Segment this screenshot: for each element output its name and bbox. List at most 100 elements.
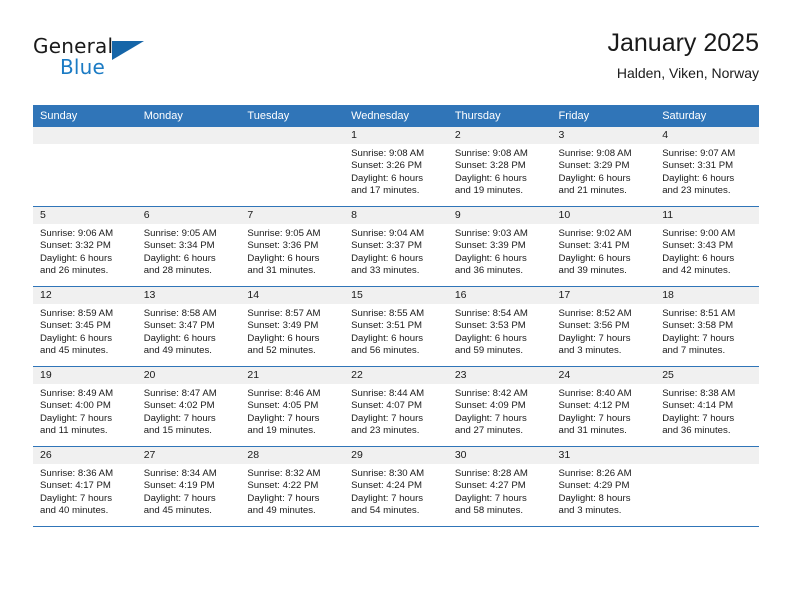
- calendar-day-cell[interactable]: 16 Sunrise: 8:54 AM Sunset: 3:53 PM Dayligh…: [447, 286, 552, 367]
- sunset-text: Sunset: 3:56 PM: [558, 320, 630, 332]
- daylight-text: Daylight: 8 hours: [558, 492, 631, 504]
- calendar-day-cell[interactable]: 7 Sunrise: 9:05 AM Sunset: 3:36 PM Daylight…: [240, 206, 345, 287]
- calendar-day-cell[interactable]: 13 Sunrise: 8:58 AM Sunset: 3:47 PM Dayligh…: [136, 286, 241, 367]
- sunset-text: Sunset: 3:29 PM: [558, 160, 630, 172]
- calendar-day-cell[interactable]: 9 Sunrise: 9:03 AM Sunset: 3:39 PM Daylight…: [447, 206, 552, 287]
- calendar-day-cell[interactable]: 24 Sunrise: 8:40 AM Sunset: 4:12 PM Dayligh…: [551, 366, 656, 447]
- calendar-day-cell[interactable]: 17 Sunrise: 8:52 AM Sunset: 3:56 PM Dayligh…: [551, 286, 656, 367]
- day-details: Sunrise: 8:36 AM Sunset: 4:17 PM Daylight:…: [33, 464, 137, 517]
- daylight-text-cont: and 3 minutes.: [558, 504, 622, 516]
- calendar-week-row: 19 Sunrise: 8:49 AM Sunset: 4:00 PM Dayligh…: [33, 366, 759, 447]
- daylight-text: Daylight: 7 hours: [247, 492, 320, 504]
- calendar-day-cell[interactable]: 21 Sunrise: 8:46 AM Sunset: 4:05 PM Dayligh…: [240, 366, 345, 447]
- sunset-text: Sunset: 3:49 PM: [247, 320, 319, 332]
- calendar-day-cell[interactable]: 19 Sunrise: 8:49 AM Sunset: 4:00 PM Dayligh…: [33, 366, 137, 447]
- sunset-text: Sunset: 3:47 PM: [143, 320, 215, 332]
- daylight-text-cont: and 36 minutes.: [662, 424, 731, 436]
- daylight-text-cont: and 39 minutes.: [558, 264, 627, 276]
- calendar-day-cell[interactable]: 14 Sunrise: 8:57 AM Sunset: 3:49 PM Dayligh…: [240, 286, 345, 367]
- day-number: 3: [551, 127, 656, 144]
- day-number: 30: [447, 447, 552, 464]
- day-details: Sunrise: 8:51 AM Sunset: 3:58 PM Daylight:…: [655, 304, 759, 357]
- calendar-page: General Blue January 2025 Halden, Viken,…: [0, 0, 792, 612]
- day-details: Sunrise: 9:08 AM Sunset: 3:26 PM Daylight:…: [344, 144, 448, 197]
- day-details: Sunrise: 8:38 AM Sunset: 4:14 PM Daylight:…: [655, 384, 759, 437]
- day-number: 8: [344, 207, 448, 224]
- general-blue-logo[interactable]: General Blue: [33, 34, 183, 86]
- calendar-day-cell[interactable]: 27 Sunrise: 8:34 AM Sunset: 4:19 PM Dayligh…: [136, 446, 241, 527]
- calendar-day-cell[interactable]: 4 Sunrise: 9:07 AM Sunset: 3:31 PM Daylight…: [655, 127, 759, 207]
- daylight-text-cont: and 33 minutes.: [351, 264, 420, 276]
- daylight-text: Daylight: 7 hours: [454, 492, 527, 504]
- calendar-day-cell[interactable]: 22 Sunrise: 8:44 AM Sunset: 4:07 PM Dayligh…: [344, 366, 448, 447]
- sunrise-text: Sunrise: 9:05 AM: [143, 228, 217, 239]
- daylight-text: Daylight: 6 hours: [143, 332, 216, 344]
- calendar-day-cell[interactable]: 28 Sunrise: 8:32 AM Sunset: 4:22 PM Dayligh…: [240, 446, 345, 527]
- day-number: 13: [136, 287, 241, 304]
- sunset-text: Sunset: 3:43 PM: [662, 240, 734, 252]
- daylight-text-cont: and 42 minutes.: [662, 264, 731, 276]
- day-details: Sunrise: 8:52 AM Sunset: 3:56 PM Daylight:…: [552, 304, 656, 357]
- calendar-week-row: 12 Sunrise: 8:59 AM Sunset: 3:45 PM Dayligh…: [33, 286, 759, 367]
- sunrise-text: Sunrise: 8:44 AM: [351, 388, 425, 399]
- day-number: 26: [33, 447, 137, 464]
- calendar-day-cell[interactable]: 3 Sunrise: 9:08 AM Sunset: 3:29 PM Daylight…: [551, 127, 656, 207]
- day-details: Sunrise: 9:08 AM Sunset: 3:28 PM Daylight:…: [448, 144, 552, 197]
- sunset-text: Sunset: 4:12 PM: [558, 400, 630, 412]
- daylight-text: Daylight: 6 hours: [40, 332, 112, 344]
- daylight-text-cont: and 36 minutes.: [454, 264, 524, 276]
- calendar-day-cell[interactable]: 31 Sunrise: 8:26 AM Sunset: 4:29 PM Dayligh…: [551, 446, 656, 527]
- calendar-cell-empty: [240, 127, 345, 207]
- daylight-text: Daylight: 6 hours: [247, 252, 320, 264]
- daylight-text-cont: and 58 minutes.: [454, 504, 524, 516]
- sunrise-text: Sunrise: 8:28 AM: [454, 468, 528, 479]
- title-block: January 2025 Halden, Viken, Norway: [607, 28, 759, 83]
- sunset-text: Sunset: 3:26 PM: [351, 160, 423, 172]
- calendar-cell-empty: [136, 127, 241, 207]
- day-details: Sunrise: 9:05 AM Sunset: 3:36 PM Daylight:…: [240, 224, 344, 277]
- calendar-day-cell[interactable]: 26 Sunrise: 8:36 AM Sunset: 4:17 PM Dayligh…: [33, 446, 137, 527]
- calendar-day-cell[interactable]: 30 Sunrise: 8:28 AM Sunset: 4:27 PM Dayligh…: [447, 446, 552, 527]
- daylight-text-cont: and 23 minutes.: [662, 184, 731, 196]
- sunset-text: Sunset: 3:28 PM: [454, 160, 526, 172]
- daylight-text-cont: and 26 minutes.: [40, 264, 109, 276]
- calendar-day-cell[interactable]: 1 Sunrise: 9:08 AM Sunset: 3:26 PM Daylight…: [344, 127, 448, 207]
- daylight-text-cont: and 56 minutes.: [351, 344, 420, 356]
- calendar-day-cell[interactable]: 25 Sunrise: 8:38 AM Sunset: 4:14 PM Dayligh…: [655, 366, 759, 447]
- daylight-text-cont: and 19 minutes.: [247, 424, 316, 436]
- day-number: 4: [655, 127, 759, 144]
- sunset-text: Sunset: 3:53 PM: [454, 320, 526, 332]
- daylight-text-cont: and 21 minutes.: [558, 184, 627, 196]
- daylight-text-cont: and 40 minutes.: [40, 504, 109, 516]
- calendar-day-cell[interactable]: 18 Sunrise: 8:51 AM Sunset: 3:58 PM Dayligh…: [655, 286, 759, 367]
- calendar-day-cell[interactable]: 10 Sunrise: 9:02 AM Sunset: 3:41 PM Dayligh…: [551, 206, 656, 287]
- sunset-text: Sunset: 4:00 PM: [40, 400, 111, 412]
- calendar-day-cell[interactable]: 2 Sunrise: 9:08 AM Sunset: 3:28 PM Daylight…: [447, 127, 552, 207]
- day-number: [33, 127, 137, 144]
- daylight-text: Daylight: 6 hours: [40, 252, 112, 264]
- daylight-text: Daylight: 7 hours: [454, 412, 527, 424]
- day-details: Sunrise: 8:58 AM Sunset: 3:47 PM Daylight:…: [137, 304, 241, 357]
- sunrise-text: Sunrise: 9:02 AM: [558, 228, 632, 239]
- day-details: Sunrise: 8:54 AM Sunset: 3:53 PM Daylight:…: [448, 304, 552, 357]
- calendar-day-cell[interactable]: 11 Sunrise: 9:00 AM Sunset: 3:43 PM Dayligh…: [655, 206, 759, 287]
- calendar-day-cell[interactable]: 6 Sunrise: 9:05 AM Sunset: 3:34 PM Daylight…: [136, 206, 241, 287]
- calendar-day-cell[interactable]: 15 Sunrise: 8:55 AM Sunset: 3:51 PM Dayligh…: [344, 286, 448, 367]
- sunrise-text: Sunrise: 8:36 AM: [40, 468, 114, 479]
- sunrise-text: Sunrise: 8:54 AM: [454, 308, 528, 319]
- day-details: Sunrise: 9:02 AM Sunset: 3:41 PM Daylight:…: [552, 224, 656, 277]
- calendar-day-cell[interactable]: 5 Sunrise: 9:06 AM Sunset: 3:32 PM Daylight…: [33, 206, 137, 287]
- daylight-text: Daylight: 7 hours: [662, 412, 735, 424]
- sunset-text: Sunset: 4:07 PM: [351, 400, 423, 412]
- calendar-day-cell[interactable]: 20 Sunrise: 8:47 AM Sunset: 4:02 PM Dayligh…: [136, 366, 241, 447]
- sunset-text: Sunset: 3:45 PM: [40, 320, 111, 332]
- calendar-day-cell[interactable]: 23 Sunrise: 8:42 AM Sunset: 4:09 PM Dayligh…: [447, 366, 552, 447]
- calendar-day-cell[interactable]: 29 Sunrise: 8:30 AM Sunset: 4:24 PM Dayligh…: [344, 446, 448, 527]
- daylight-text: Daylight: 7 hours: [143, 492, 216, 504]
- calendar-grid: Sunday Monday Tuesday Wednesday Thursday…: [33, 105, 759, 527]
- daylight-text-cont: and 49 minutes.: [247, 504, 316, 516]
- calendar-day-cell[interactable]: 12 Sunrise: 8:59 AM Sunset: 3:45 PM Dayligh…: [33, 286, 137, 367]
- calendar-day-cell[interactable]: 8 Sunrise: 9:04 AM Sunset: 3:37 PM Daylight…: [344, 206, 448, 287]
- weekday-header-friday: Friday: [551, 105, 656, 127]
- sunrise-text: Sunrise: 9:03 AM: [454, 228, 528, 239]
